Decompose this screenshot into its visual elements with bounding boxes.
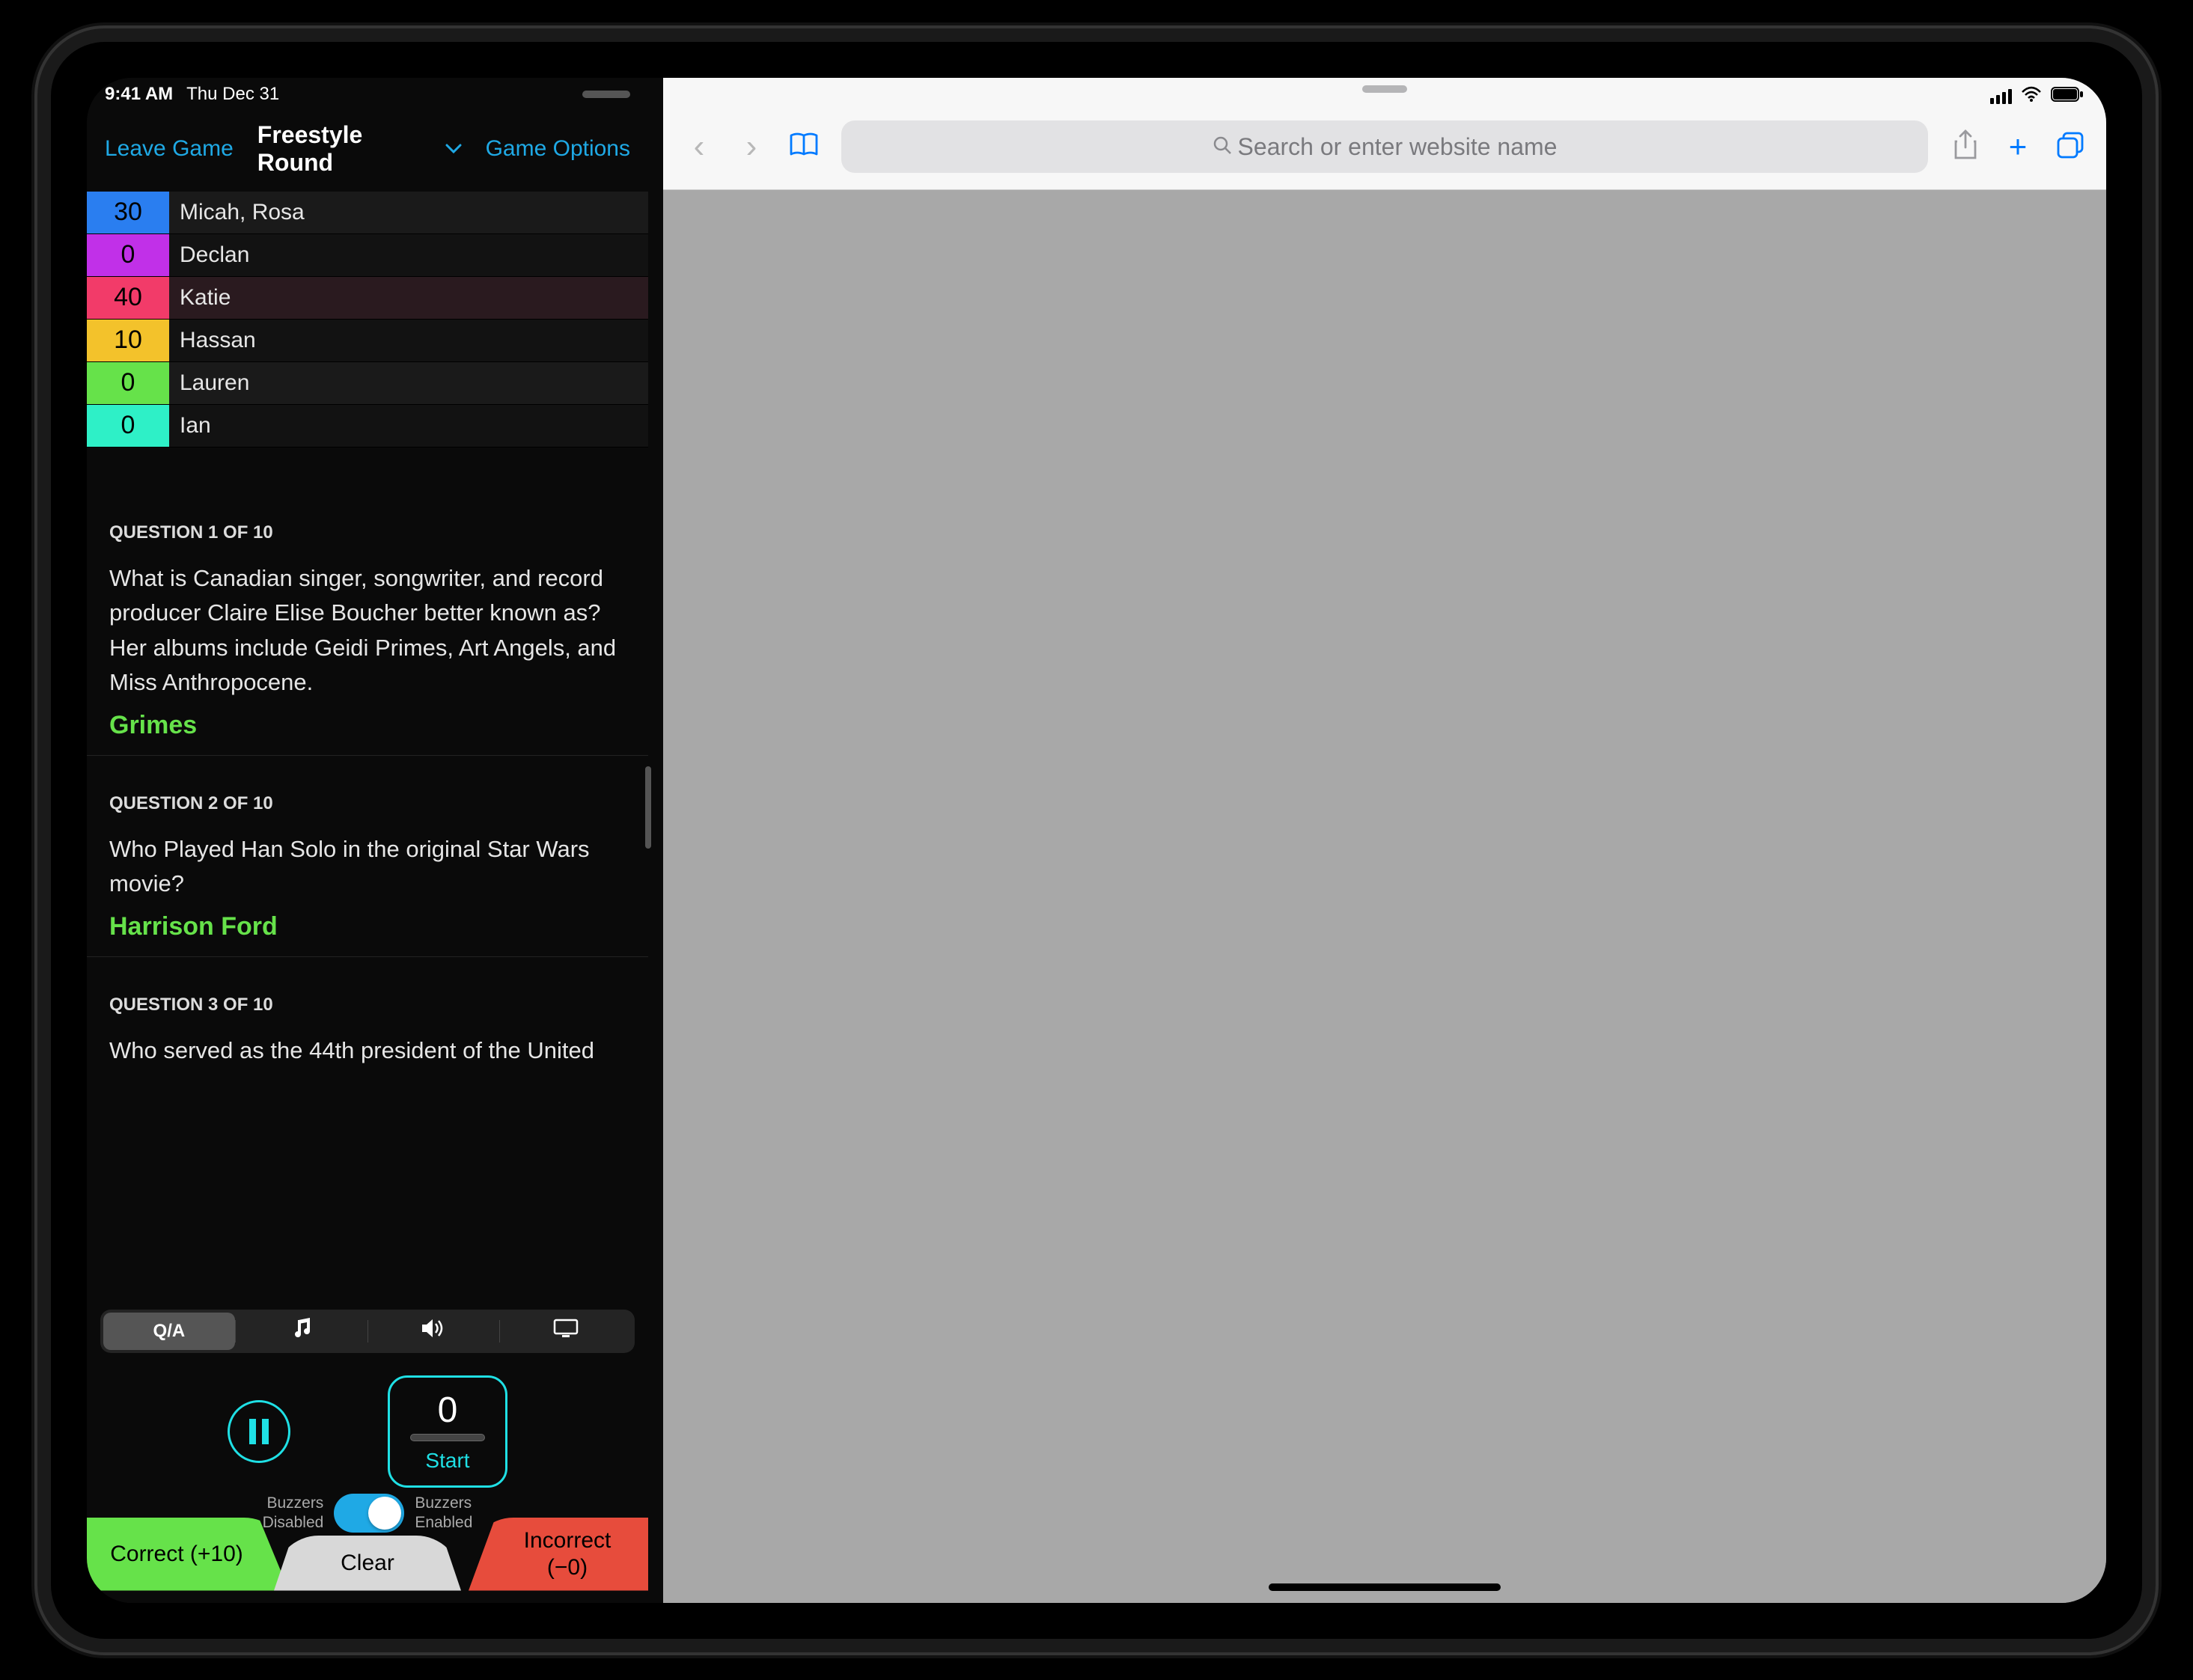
share-icon (1953, 129, 1978, 165)
question-1-text: What is Canadian singer, songwriter, and… (87, 561, 648, 711)
incorrect-button[interactable]: Incorrect (−0) (469, 1518, 648, 1591)
scoring-buttons: Correct (+10) Incorrect (−0) Clear (87, 1518, 648, 1591)
status-time: 9:41 AM (105, 84, 173, 105)
player-row[interactable]: 0Ian (87, 405, 648, 448)
player-row[interactable]: 30Micah, Rosa (87, 192, 648, 234)
chevron-down-icon (445, 138, 462, 159)
player-score: 0 (87, 234, 169, 276)
controls-panel: Q/A (87, 1289, 648, 1603)
player-row[interactable]: 40Katie (87, 277, 648, 320)
player-name: Micah, Rosa (169, 192, 648, 233)
view-segmented-control[interactable]: Q/A (100, 1310, 635, 1353)
player-name: Declan (169, 234, 648, 276)
player-name: Hassan (169, 320, 648, 361)
multitask-pill-icon[interactable] (582, 91, 630, 98)
pause-icon (249, 1419, 269, 1444)
question-2-answer: Harrison Ford (87, 912, 648, 956)
share-button[interactable] (1950, 132, 1980, 162)
screen: 9:41 AM Thu Dec 31 Leave Game Freestyle … (87, 78, 2106, 1603)
round-title-label: Freestyle Round (257, 121, 438, 177)
home-indicator[interactable] (1269, 1583, 1501, 1591)
forward-button[interactable]: › (736, 132, 766, 162)
segment-qa[interactable]: Q/A (103, 1313, 235, 1350)
player-score: 0 (87, 405, 169, 447)
segment-sound[interactable] (368, 1313, 500, 1350)
player-score: 10 (87, 320, 169, 361)
status-bar-left: 9:41 AM Thu Dec 31 (87, 78, 648, 111)
url-placeholder: Search or enter website name (1238, 133, 1558, 161)
clear-button[interactable]: Clear (274, 1536, 461, 1591)
speaker-icon (421, 1318, 446, 1344)
question-2-header: QUESTION 2 OF 10 (87, 756, 648, 832)
new-tab-button[interactable]: + (2003, 132, 2033, 162)
search-icon (1213, 133, 1232, 161)
start-timer-button[interactable]: 0 Start (388, 1375, 507, 1488)
scroll-indicator[interactable] (645, 766, 651, 849)
timer-value: 0 (438, 1390, 458, 1431)
player-row[interactable]: 0Lauren (87, 362, 648, 405)
segment-display[interactable] (500, 1313, 632, 1350)
book-icon (789, 132, 819, 162)
safari-toolbar: ‹ › Search or enter website name (663, 78, 2106, 190)
plus-icon: + (2009, 129, 2028, 165)
player-name: Lauren (169, 362, 648, 404)
wifi-icon (2021, 86, 2042, 106)
start-label: Start (425, 1449, 469, 1473)
chevron-right-icon: › (746, 128, 757, 165)
cellular-signal-icon (1990, 89, 2012, 104)
correct-button[interactable]: Correct (+10) (87, 1518, 289, 1591)
pause-button[interactable] (228, 1400, 290, 1463)
player-score: 0 (87, 362, 169, 404)
status-bar-right (663, 78, 2106, 115)
tabs-icon (2056, 131, 2084, 163)
status-date: Thu Dec 31 (186, 84, 279, 105)
back-button[interactable]: ‹ (684, 132, 714, 162)
timer-row: 0 Start (87, 1375, 648, 1488)
player-score: 30 (87, 192, 169, 233)
player-name: Ian (169, 405, 648, 447)
segment-music[interactable] (236, 1313, 367, 1350)
player-row[interactable]: 0Declan (87, 234, 648, 277)
bookmarks-button[interactable] (789, 132, 819, 162)
question-1-answer: Grimes (87, 711, 648, 755)
leave-game-button[interactable]: Leave Game (105, 136, 234, 162)
safari-content-area[interactable] (663, 190, 2106, 1603)
chevron-left-icon: ‹ (694, 128, 705, 165)
nav-bar: Leave Game Freestyle Round Game Options (87, 111, 648, 192)
ipad-device-frame: 9:41 AM Thu Dec 31 Leave Game Freestyle … (37, 28, 2156, 1652)
safari-url-row: ‹ › Search or enter website name (663, 115, 2106, 189)
question-2-text: Who Played Han Solo in the original Star… (87, 832, 648, 912)
player-name: Katie (169, 277, 648, 319)
players-list: 30Micah, Rosa0Declan40Katie10Hassan0Laur… (87, 192, 648, 448)
tabs-button[interactable] (2055, 132, 2085, 162)
trivia-app-panel: 9:41 AM Thu Dec 31 Leave Game Freestyle … (87, 78, 648, 1603)
player-row[interactable]: 10Hassan (87, 320, 648, 362)
question-3-header: QUESTION 3 OF 10 (87, 957, 648, 1033)
question-3-text: Who served as the 44th president of the … (87, 1033, 648, 1079)
battery-icon (2051, 86, 2084, 106)
music-note-icon (292, 1317, 311, 1345)
round-title-dropdown[interactable]: Freestyle Round (257, 121, 462, 177)
safari-panel: ‹ › Search or enter website name (663, 78, 2106, 1603)
url-search-field[interactable]: Search or enter website name (841, 120, 1928, 173)
game-options-button[interactable]: Game Options (486, 136, 630, 162)
display-icon (553, 1319, 579, 1343)
multitask-handle-icon[interactable] (1362, 85, 1407, 93)
question-1-header: QUESTION 1 OF 10 (87, 448, 648, 561)
timer-progress (410, 1434, 485, 1441)
player-score: 40 (87, 277, 169, 319)
